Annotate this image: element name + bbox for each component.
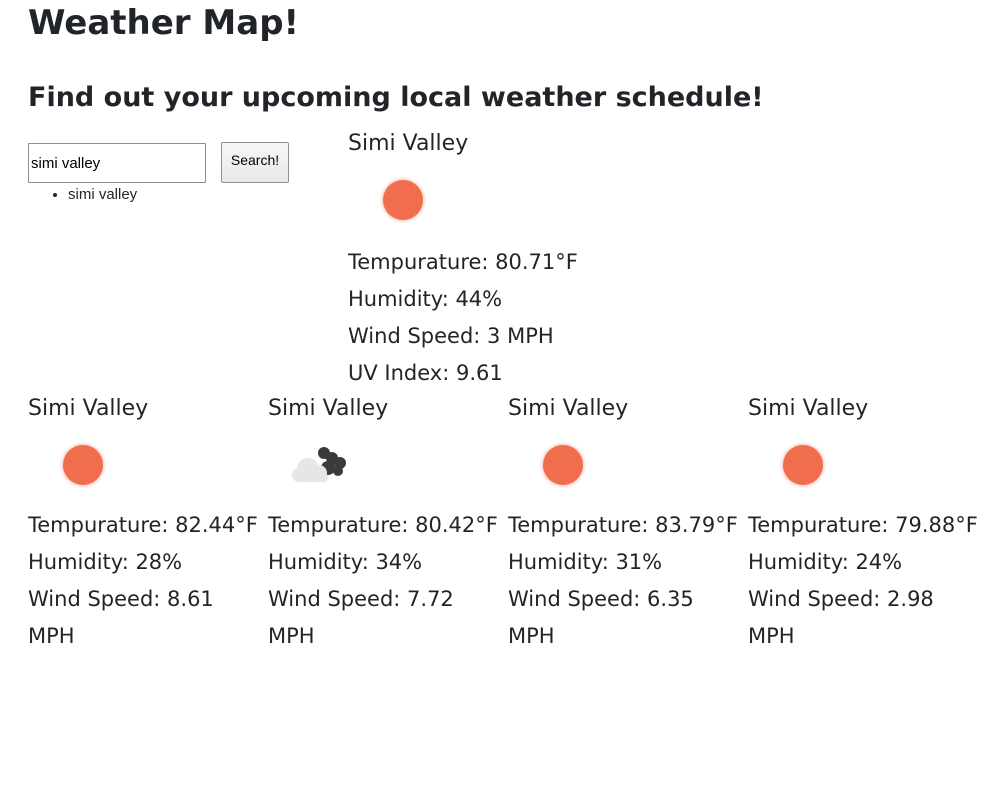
current-weather: Simi Valley Tempurature: 80.71°F Humidit… <box>348 126 648 392</box>
current-wind-speed: Wind Speed: 3 MPH <box>348 324 554 348</box>
sun-icon <box>748 427 848 507</box>
current-city: Simi Valley <box>348 131 469 156</box>
forecast-card: Simi Valley Tempurature: 80.42°F Humidit… <box>268 391 508 655</box>
forecast-city: Simi Valley <box>268 396 389 421</box>
forecast-humidity: Humidity: 24% <box>748 550 903 574</box>
search-button[interactable]: Search! <box>221 142 289 183</box>
page-title: Weather Map! <box>28 3 300 43</box>
forecast-card: Simi Valley Tempurature: 82.44°F Humidit… <box>28 391 268 655</box>
forecast-city: Simi Valley <box>748 396 869 421</box>
forecast-city: Simi Valley <box>508 396 629 421</box>
forecast-temperature: Tempurature: 82.44°F <box>28 513 258 537</box>
forecast-temperature: Tempurature: 80.42°F <box>268 513 498 537</box>
forecast-humidity: Humidity: 31% <box>508 550 663 574</box>
search-input[interactable] <box>28 143 206 183</box>
forecast-wind-speed: Wind Speed: 2.98 MPH <box>748 587 934 648</box>
partly-cloudy-icon <box>268 427 368 507</box>
search-history-item[interactable]: simi valley <box>68 184 137 206</box>
forecast-wind-speed: Wind Speed: 8.61 MPH <box>28 587 214 648</box>
forecast-city: Simi Valley <box>28 396 149 421</box>
sun-icon <box>28 427 128 507</box>
forecast-humidity: Humidity: 28% <box>28 550 183 574</box>
forecast-card: Simi Valley Tempurature: 83.79°F Humidit… <box>508 391 748 655</box>
current-uv-index: UV Index: 9.61 <box>348 361 503 385</box>
sun-icon <box>508 427 608 507</box>
sun-icon <box>348 162 448 244</box>
forecast-temperature: Tempurature: 79.88°F <box>748 513 978 537</box>
forecast-temperature: Tempurature: 83.79°F <box>508 513 738 537</box>
page-subtitle: Find out your upcoming local weather sch… <box>28 82 764 113</box>
search-history-list: simi valley <box>28 184 137 206</box>
forecast-wind-speed: Wind Speed: 7.72 MPH <box>268 587 454 648</box>
forecast-wind-speed: Wind Speed: 6.35 MPH <box>508 587 694 648</box>
current-temperature: Tempurature: 80.71°F <box>348 250 578 274</box>
forecast-card: Simi Valley Tempurature: 79.88°F Humidit… <box>748 391 988 655</box>
current-humidity: Humidity: 44% <box>348 287 503 311</box>
forecast-humidity: Humidity: 34% <box>268 550 423 574</box>
